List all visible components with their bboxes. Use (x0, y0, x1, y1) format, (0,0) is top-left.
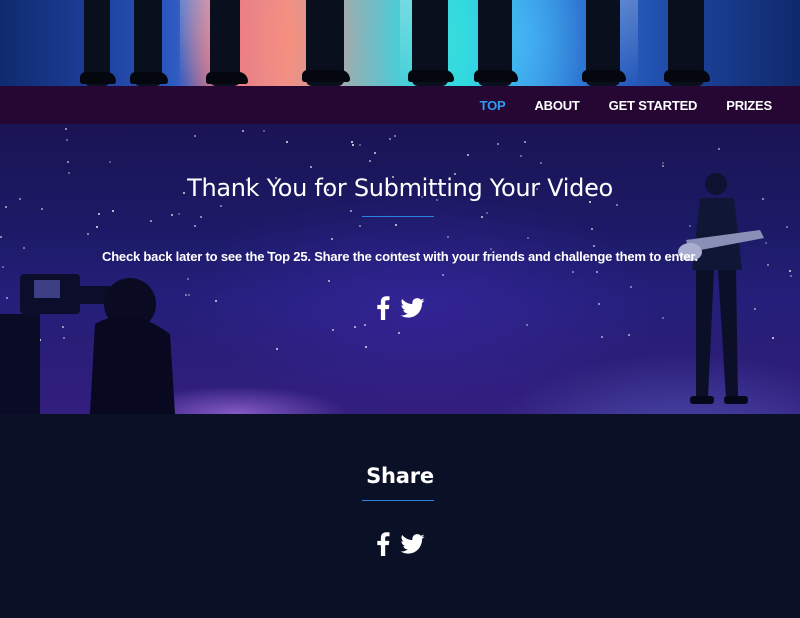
star (389, 138, 391, 140)
star (66, 139, 68, 141)
star (112, 210, 114, 212)
star (591, 228, 593, 230)
star (628, 334, 630, 336)
star (351, 141, 353, 143)
star (286, 141, 288, 143)
twitter-icon[interactable] (400, 298, 425, 318)
star (497, 143, 499, 145)
star (772, 337, 774, 339)
star (374, 152, 376, 154)
star (616, 204, 618, 206)
star (662, 162, 664, 164)
star (365, 346, 367, 348)
hero-banner-image (0, 0, 800, 86)
star (332, 329, 334, 331)
star (398, 332, 400, 334)
facebook-icon[interactable] (376, 532, 390, 556)
star (447, 236, 449, 238)
nav-link-prizes[interactable]: PRIZES (726, 98, 772, 113)
star (200, 216, 202, 218)
star (187, 278, 189, 280)
star (601, 336, 603, 338)
star (572, 271, 574, 273)
star (394, 135, 396, 137)
star (98, 213, 100, 215)
star (524, 141, 526, 143)
star (96, 226, 98, 228)
star (354, 326, 356, 328)
nav-link-get-started[interactable]: GET STARTED (609, 98, 698, 113)
star (442, 274, 444, 276)
star (369, 160, 371, 162)
star (5, 206, 7, 208)
star (467, 154, 469, 156)
share-icons-group-footer (0, 532, 800, 556)
star (263, 130, 265, 132)
star (520, 155, 522, 157)
star (310, 166, 312, 168)
star (395, 224, 397, 226)
star (359, 225, 361, 227)
star (593, 245, 595, 247)
facebook-icon[interactable] (376, 296, 390, 320)
share-icons-group (0, 296, 800, 320)
thank-you-heading: Thank You for Submitting Your Video (187, 174, 613, 202)
star (527, 237, 529, 239)
twitter-icon[interactable] (400, 534, 425, 554)
nav-link-about[interactable]: ABOUT (534, 98, 579, 113)
star (276, 348, 278, 350)
star (790, 275, 792, 277)
top-navigation: TOP ABOUT GET STARTED PRIZES (0, 86, 800, 124)
star (352, 144, 354, 146)
guitarist-image (678, 173, 764, 404)
share-heading: Share (366, 464, 434, 488)
star (481, 216, 483, 218)
star (789, 270, 791, 272)
star (540, 162, 542, 164)
share-divider (362, 500, 434, 501)
thank-you-message: Check back later to see the Top 25. Shar… (102, 249, 698, 264)
star (109, 161, 111, 163)
star (364, 324, 366, 326)
nav-link-top[interactable]: TOP (480, 98, 506, 113)
star (41, 208, 43, 210)
star (596, 271, 598, 273)
star (350, 210, 352, 212)
star (194, 225, 196, 227)
heading-divider (362, 216, 434, 217)
star (328, 280, 330, 282)
star (718, 148, 720, 150)
star (178, 213, 180, 215)
star (767, 264, 769, 266)
star (630, 286, 632, 288)
star (65, 128, 67, 130)
star (67, 161, 69, 163)
star (150, 220, 152, 222)
star (526, 324, 528, 326)
star (486, 212, 488, 214)
star (359, 144, 361, 146)
star (331, 238, 333, 240)
star (662, 165, 664, 167)
star (786, 226, 788, 228)
star (194, 135, 196, 137)
thank-you-section: Thank You for Submitting Your Video Chec… (0, 124, 800, 414)
star (171, 214, 173, 216)
star (242, 130, 244, 132)
star (220, 205, 222, 207)
share-section: Share (0, 414, 800, 618)
